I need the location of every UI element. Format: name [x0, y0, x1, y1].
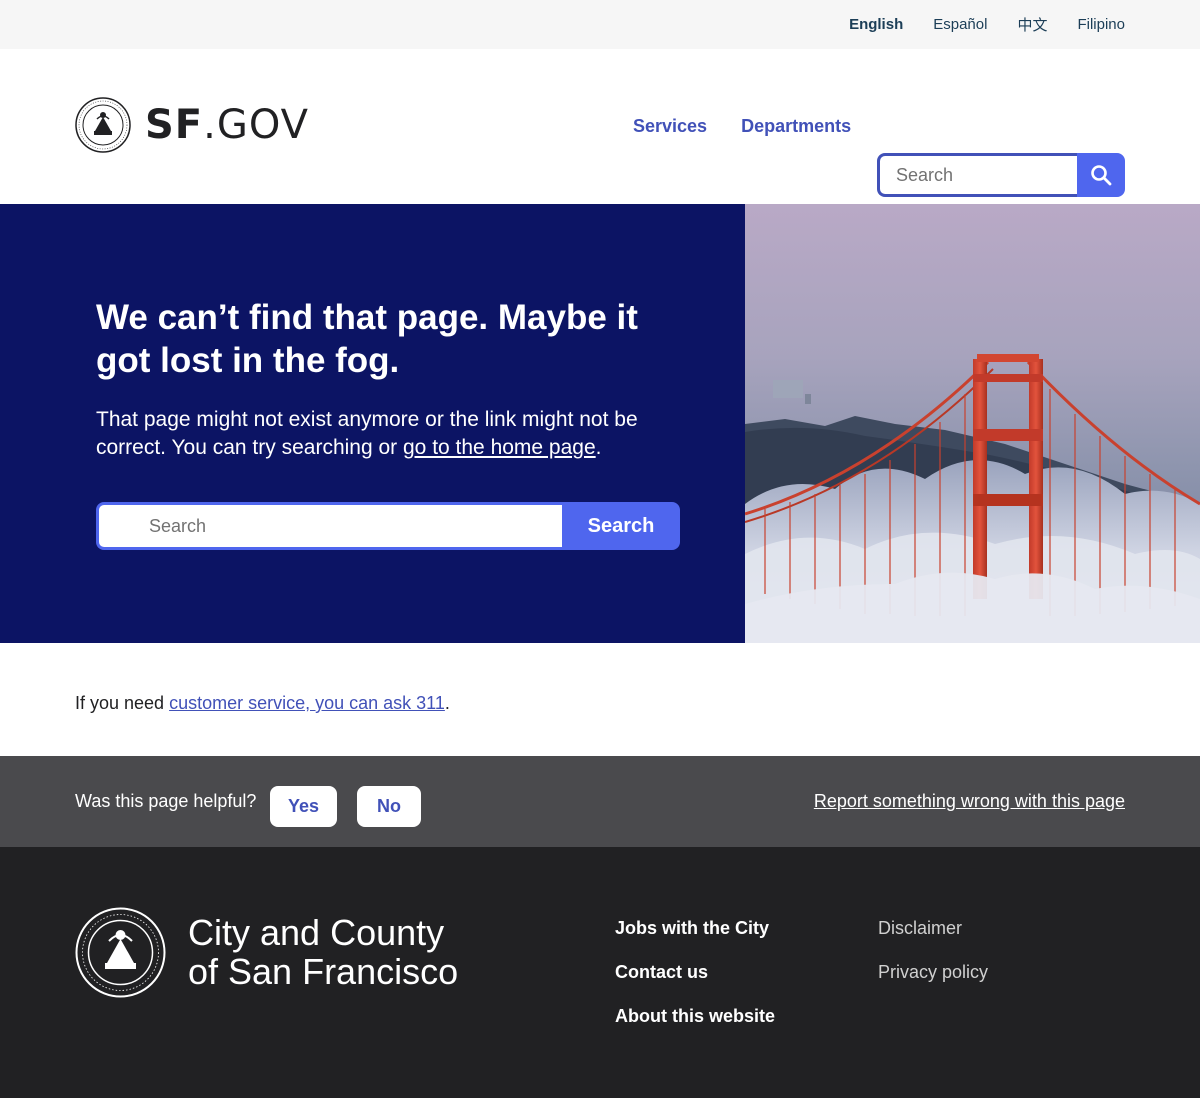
report-problem-link[interactable]: Report something wrong with this page: [814, 756, 1125, 847]
customer-service-311-link[interactable]: customer service, you can ask 311: [169, 693, 445, 713]
lang-chinese-link[interactable]: 中文: [1017, 14, 1047, 35]
footer-city-name: City and County of San Francisco: [188, 912, 459, 992]
feedback-bar: Was this page helpful? Yes No Report som…: [0, 756, 1200, 847]
footer-secondary-links: Disclaimer Privacy policy: [878, 917, 988, 983]
footer-privacy-link[interactable]: Privacy policy: [878, 961, 988, 983]
feedback-question: Was this page helpful?: [75, 791, 257, 811]
home-page-link[interactable]: go to the home page: [403, 436, 596, 459]
nav-departments-link[interactable]: Departments: [741, 116, 851, 137]
golden-gate-fog-image: [745, 204, 1200, 643]
hero-search-input[interactable]: [96, 502, 562, 550]
footer-contact-link[interactable]: Contact us: [615, 961, 775, 983]
hero-description: That page might not exist anymore or the…: [96, 408, 638, 459]
hero-search-button[interactable]: Search: [562, 502, 680, 550]
lang-english-link[interactable]: English: [849, 16, 903, 33]
footer-primary-links: Jobs with the City Contact us About this…: [615, 917, 775, 1027]
main-nav: Services Departments: [633, 49, 851, 204]
sfgov-wordmark: SF.GOV: [145, 102, 309, 148]
nav-services-link[interactable]: Services: [633, 116, 707, 137]
feedback-no-button[interactable]: No: [357, 786, 421, 827]
customer-service-note: If you need customer service, you can as…: [75, 693, 450, 713]
footer-jobs-link[interactable]: Jobs with the City: [615, 917, 775, 939]
header-search: [877, 153, 1125, 197]
hero-section: We can’t find that page. Maybe it got lo…: [0, 204, 1200, 643]
language-bar: English Español 中文 Filipino: [0, 0, 1200, 49]
page-title: We can’t find that page. Maybe it got lo…: [96, 298, 638, 380]
city-seal-icon: [75, 97, 131, 153]
search-icon: [1091, 165, 1112, 186]
lang-filipino-link[interactable]: Filipino: [1077, 16, 1125, 33]
feedback-yes-button[interactable]: Yes: [270, 786, 337, 827]
footer-disclaimer-link[interactable]: Disclaimer: [878, 917, 988, 939]
sfgov-logo[interactable]: SF.GOV: [75, 97, 309, 153]
hero-panel: We can’t find that page. Maybe it got lo…: [0, 204, 745, 643]
lang-spanish-link[interactable]: Español: [933, 16, 987, 33]
footer-about-link[interactable]: About this website: [615, 1005, 775, 1027]
city-seal-icon: [75, 907, 166, 998]
main-content: If you need customer service, you can as…: [0, 643, 1200, 756]
site-header: SF.GOV Services Departments: [0, 49, 1200, 204]
header-search-button[interactable]: [1077, 153, 1125, 197]
site-footer: City and County of San Francisco Jobs wi…: [0, 847, 1200, 1098]
header-search-input[interactable]: [877, 153, 1077, 197]
hero-search: Search: [96, 502, 680, 550]
language-list: English Español 中文 Filipino: [849, 0, 1125, 49]
